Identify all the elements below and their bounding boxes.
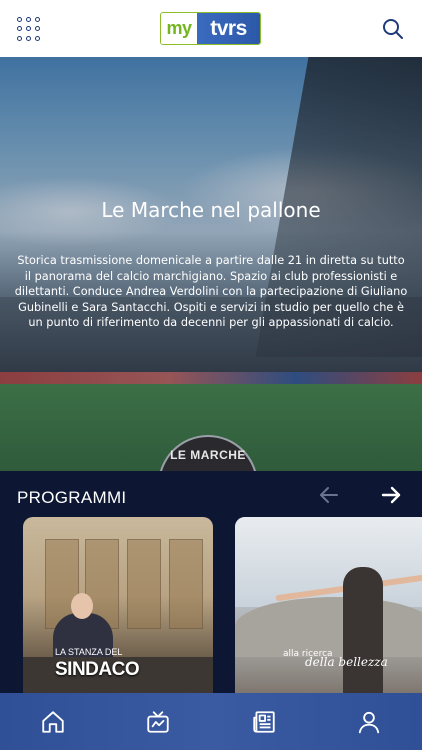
news-icon bbox=[253, 710, 275, 733]
nav-home[interactable] bbox=[0, 693, 106, 750]
nav-tv[interactable] bbox=[106, 693, 212, 750]
hero-banner[interactable]: LE MARCHE Le Marche nel pallone Storica … bbox=[0, 57, 422, 471]
logo-my-text: my bbox=[161, 13, 197, 44]
card-title-line2: SINDACO bbox=[55, 659, 140, 680]
hero-title: Le Marche nel pallone bbox=[101, 198, 321, 222]
app-logo[interactable]: my tvrs bbox=[160, 12, 261, 45]
programmi-section: PROGRAMMI LA STANZA DEL SINDACO alla ric… bbox=[0, 471, 422, 693]
card-title-line1: LA STANZA DEL bbox=[55, 647, 123, 657]
app-header: my tvrs bbox=[0, 0, 422, 57]
studio-panel bbox=[127, 539, 161, 629]
program-card[interactable]: alla ricerca della bellezza bbox=[235, 517, 422, 693]
section-title: PROGRAMMI bbox=[17, 488, 127, 507]
user-icon bbox=[359, 711, 380, 733]
nav-profile[interactable] bbox=[317, 693, 422, 750]
logo-tvrs-text: tvrs bbox=[197, 13, 260, 44]
woman-figure bbox=[343, 567, 383, 693]
home-icon bbox=[42, 710, 64, 733]
tv-icon bbox=[147, 710, 169, 733]
host-head bbox=[71, 593, 93, 619]
studio-panel bbox=[169, 539, 203, 629]
card-title-line2: della bellezza bbox=[305, 655, 388, 669]
search-icon[interactable] bbox=[381, 17, 405, 41]
hero-description: Storica trasmissione domenicale a partir… bbox=[14, 254, 408, 329]
bottom-navigation bbox=[0, 693, 422, 750]
grid-menu-icon[interactable] bbox=[17, 17, 41, 41]
program-card[interactable]: LA STANZA DEL SINDACO bbox=[23, 517, 213, 693]
card-hills bbox=[235, 597, 422, 657]
arrow-right-icon[interactable] bbox=[379, 483, 403, 507]
arrow-left-icon[interactable] bbox=[317, 483, 341, 507]
nav-news[interactable] bbox=[211, 693, 317, 750]
